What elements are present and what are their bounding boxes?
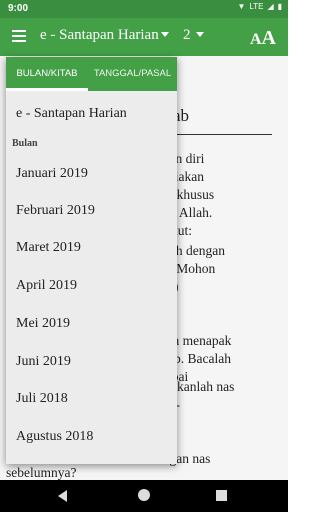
status-time: 9:00 bbox=[8, 3, 29, 14]
app-bar: e - Santapan Harian 2 AA bbox=[0, 18, 288, 56]
back-icon[interactable] bbox=[58, 490, 67, 502]
status-icons: ▼ LTE ◢ ▮ bbox=[237, 2, 282, 11]
chevron-down-icon[interactable] bbox=[161, 32, 169, 37]
month-item[interactable]: Agustus 2018 bbox=[16, 429, 93, 445]
font-size-icon[interactable]: AA bbox=[250, 27, 276, 50]
chevron-down-icon[interactable] bbox=[196, 32, 204, 37]
signal-icon: ◢ bbox=[267, 2, 274, 11]
wifi-icon: ▼ bbox=[237, 2, 246, 11]
tab-indicator bbox=[6, 88, 88, 91]
month-item[interactable]: Januari 2019 bbox=[16, 166, 88, 182]
network-label: LTE bbox=[249, 2, 264, 11]
content-paragraph: sebelumnya? bbox=[6, 465, 77, 480]
navigation-bar bbox=[0, 480, 288, 512]
menu-icon[interactable] bbox=[12, 30, 26, 42]
status-bar: 9:00 ▼ LTE ◢ ▮ bbox=[0, 0, 288, 18]
month-item[interactable]: Mei 2019 bbox=[16, 316, 70, 332]
chapter-selector[interactable]: 2 bbox=[183, 27, 191, 44]
tab-tanggal-pasal[interactable]: TANGGAL/PASAL bbox=[88, 57, 177, 91]
month-item[interactable]: Juni 2019 bbox=[16, 354, 71, 370]
battery-icon: ▮ bbox=[277, 2, 282, 11]
month-item[interactable]: Maret 2019 bbox=[16, 240, 81, 256]
tab-bulan-kitab[interactable]: BULAN/KITAB bbox=[6, 57, 88, 91]
book-selector[interactable]: e - Santapan Harian bbox=[40, 27, 159, 44]
month-item[interactable]: Juli 2018 bbox=[16, 391, 68, 407]
month-item[interactable]: Februari 2019 bbox=[16, 203, 95, 219]
recent-apps-icon[interactable] bbox=[216, 490, 227, 501]
popup-tabs: BULAN/KITAB TANGGAL/PASAL bbox=[6, 57, 177, 91]
date-picker-popup: BULAN/KITAB TANGGAL/PASAL e - Santapan H… bbox=[6, 57, 177, 464]
home-icon[interactable] bbox=[138, 489, 150, 501]
month-item[interactable]: April 2019 bbox=[16, 278, 77, 294]
menu-item-santapan[interactable]: e - Santapan Harian bbox=[16, 106, 127, 122]
section-header-bulan: Bulan bbox=[12, 138, 38, 149]
